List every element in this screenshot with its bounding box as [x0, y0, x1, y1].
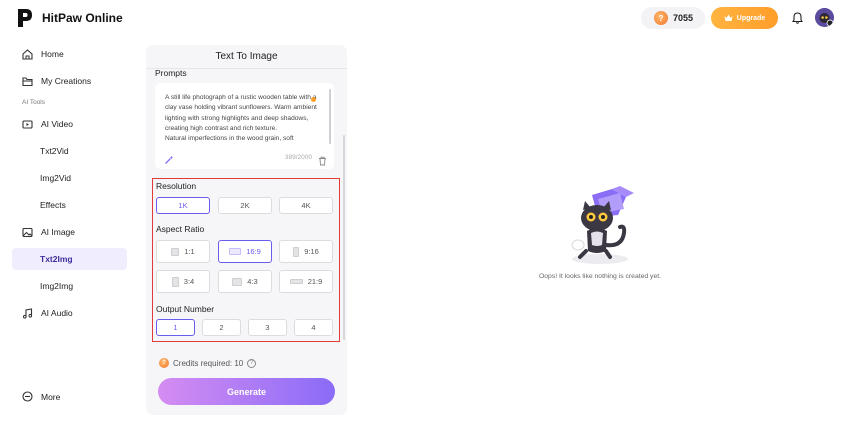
panel-scrollbar[interactable]: [343, 135, 345, 340]
output-number-label: Output Number: [156, 304, 215, 314]
credits-count: 7055: [673, 13, 694, 23]
option-label: 4K: [301, 201, 311, 210]
empty-state-illustration: [571, 186, 634, 264]
square-ratio-icon: [171, 247, 180, 256]
trash-icon[interactable]: [318, 156, 327, 166]
output-option-2[interactable]: 2: [202, 319, 241, 336]
magic-wand-icon[interactable]: [164, 155, 174, 165]
sidebar-item-ai-image[interactable]: AI Image: [12, 221, 127, 243]
sidebar-item-label: Img2Img: [40, 281, 74, 291]
sidebar-item-ai-video[interactable]: AI Video: [12, 113, 127, 135]
upgrade-label: Upgrade: [736, 14, 766, 22]
sidebar-item-img2vid[interactable]: Img2Vid: [12, 167, 127, 189]
sidebar-item-ai-audio[interactable]: AI Audio: [12, 302, 127, 324]
resolution-option-4k[interactable]: 4K: [279, 197, 333, 214]
panel-title: Text To Image: [146, 45, 347, 69]
avatar[interactable]: [815, 8, 834, 27]
option-label: 16:9: [246, 247, 261, 256]
option-label: 3: [265, 323, 270, 332]
text-to-image-panel: Text To Image Prompts A still life photo…: [146, 45, 347, 415]
portrait-ratio-icon: [171, 276, 179, 287]
aspect-option-1-1[interactable]: 1:1: [156, 240, 210, 263]
output-option-3[interactable]: 3: [248, 319, 287, 336]
prompts-label: Prompts: [155, 68, 187, 78]
sidebar-item-more[interactable]: More: [22, 391, 60, 402]
sidebar-item-label: Effects: [40, 200, 66, 210]
music-icon: [23, 307, 33, 318]
generate-label: Generate: [226, 386, 267, 397]
prompt-text: A still life photograph of a rustic wood…: [165, 94, 317, 143]
sidebar-item-txt2vid[interactable]: Txt2Vid: [12, 140, 127, 162]
sidebar-item-label: Txt2Vid: [40, 146, 69, 156]
resolution-option-1k[interactable]: 1K: [156, 197, 210, 214]
sidebar-item-label: AI Video: [41, 119, 73, 129]
aspect-option-4-3[interactable]: 4:3: [218, 270, 272, 293]
option-label: 4:3: [247, 277, 258, 286]
generate-button[interactable]: Generate: [158, 378, 335, 405]
landscape-ratio-icon: [232, 277, 243, 286]
output-option-4[interactable]: 4: [294, 319, 333, 336]
folder-icon: [22, 76, 33, 86]
aspect-option-16-9[interactable]: 16:9: [218, 240, 272, 263]
option-label: 1: [173, 323, 178, 332]
home-icon: [22, 48, 33, 60]
coin-icon: ?: [654, 11, 668, 25]
output-option-1[interactable]: 1: [156, 319, 195, 336]
sidebar-item-label: AI Audio: [41, 308, 73, 318]
bell-icon: [791, 12, 803, 24]
sidebar-item-label: My Creations: [41, 76, 92, 86]
sidebar-item-label: Img2Vid: [40, 173, 72, 183]
credits-required: ? Credits required: 10 ?: [159, 358, 257, 368]
help-icon[interactable]: ?: [247, 358, 257, 368]
logo-icon: [18, 9, 32, 27]
credits-required-text: Credits required: 10: [173, 358, 244, 368]
avatar-image: [815, 8, 834, 27]
app-window: HitPaw Online ? 7055 Upgrade Home My Cre…: [0, 0, 854, 424]
sidebar-item-home[interactable]: Home: [12, 43, 127, 65]
option-label: 2: [219, 323, 224, 332]
logo[interactable]: HitPaw Online: [16, 8, 123, 28]
image-icon: [22, 227, 33, 237]
status-dot: [311, 97, 316, 102]
app-title: HitPaw Online: [42, 11, 123, 25]
aspect-option-3-4[interactable]: 3:4: [156, 270, 210, 293]
sidebar-item-label: AI Image: [41, 227, 76, 237]
more-icon: [22, 391, 33, 402]
crown-icon: [724, 14, 733, 21]
coin-icon: ?: [159, 358, 169, 368]
sidebar-item-img2img[interactable]: Img2Img: [12, 275, 127, 297]
resolution-option-2k[interactable]: 2K: [218, 197, 272, 214]
sidebar-section-ai-tools: AI Tools: [22, 99, 46, 106]
option-label: 9:16: [304, 247, 319, 256]
prompt-scrollbar[interactable]: [329, 89, 331, 144]
landscape-ratio-icon: [229, 248, 242, 255]
prompt-textarea[interactable]: A still life photograph of a rustic wood…: [155, 83, 334, 169]
sidebar-item-label: Txt2Img: [40, 254, 73, 264]
video-icon: [22, 119, 33, 129]
aspect-ratio-label: Aspect Ratio: [156, 224, 205, 234]
wide-ratio-icon: [289, 279, 303, 284]
sidebar-item-my-creations[interactable]: My Creations: [12, 70, 127, 92]
credits-pill[interactable]: ? 7055: [641, 7, 705, 29]
sidebar-item-effects[interactable]: Effects: [12, 194, 127, 216]
option-label: 1K: [178, 201, 188, 210]
resolution-label: Resolution: [156, 181, 197, 191]
portrait-ratio-icon: [293, 246, 300, 257]
option-label: 1:1: [184, 247, 195, 256]
prompt-char-count: 389/2000: [284, 154, 312, 161]
sidebar-item-txt2img[interactable]: Txt2Img: [12, 248, 127, 270]
sidebar-item-label: Home: [41, 49, 64, 59]
option-label: 3:4: [183, 277, 195, 286]
option-label: 4: [311, 323, 316, 332]
option-label: 2K: [240, 201, 250, 210]
aspect-option-9-16[interactable]: 9:16: [279, 240, 333, 263]
option-label: 21:9: [307, 277, 323, 286]
upgrade-button[interactable]: Upgrade: [711, 7, 778, 29]
notifications-button[interactable]: [788, 9, 806, 27]
sidebar: Home My Creations AI Tools AI Video Txt2…: [12, 43, 127, 329]
empty-state-message: Oops! It looks like nothing is created y…: [538, 273, 662, 280]
aspect-option-21-9[interactable]: 21:9: [279, 270, 333, 293]
more-label: More: [41, 391, 61, 402]
